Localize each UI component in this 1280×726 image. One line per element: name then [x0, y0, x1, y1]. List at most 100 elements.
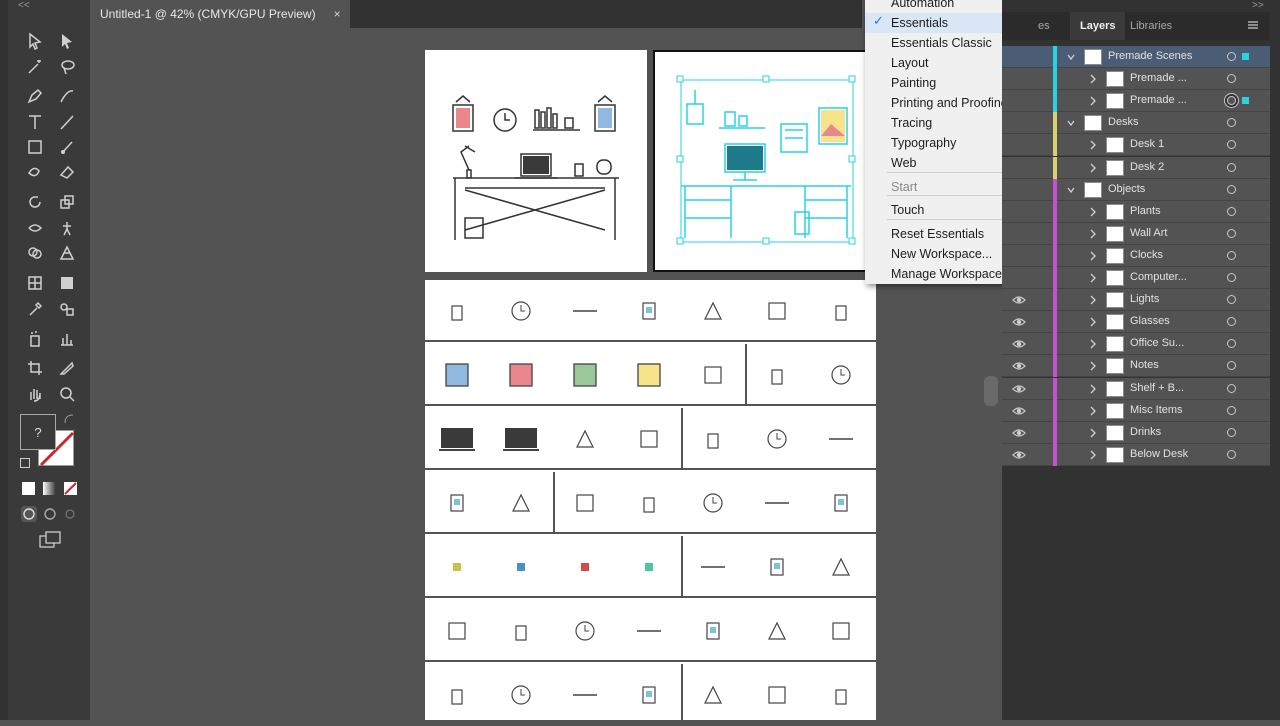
selection-tool-icon[interactable]	[24, 30, 46, 52]
hand-tool-icon[interactable]	[24, 383, 46, 405]
object-icon[interactable]	[809, 536, 873, 598]
chevron-right-icon[interactable]	[1088, 360, 1098, 372]
object-icon[interactable]	[617, 472, 681, 534]
layer-target-icon[interactable]	[1227, 317, 1236, 327]
gradient-mode-icon[interactable]	[43, 482, 56, 495]
panel-menu-icon[interactable]	[1246, 18, 1260, 32]
tab-properties[interactable]: es	[1038, 12, 1050, 40]
layer-row[interactable]: Shelf + B...	[1002, 377, 1270, 400]
pen-tool-icon[interactable]	[24, 85, 46, 107]
chevron-right-icon[interactable]	[1088, 405, 1098, 417]
layer-name[interactable]: Notes	[1130, 359, 1159, 371]
object-icon[interactable]	[809, 344, 873, 406]
layer-target-icon[interactable]	[1227, 449, 1236, 459]
object-icon[interactable]	[745, 280, 809, 342]
object-icon[interactable]	[489, 344, 553, 406]
object-icon[interactable]	[553, 344, 617, 406]
color-mode-icon[interactable]	[22, 482, 35, 495]
line-segment-tool-icon[interactable]	[56, 111, 78, 133]
object-icon[interactable]	[745, 536, 809, 598]
zoom-tool-icon[interactable]	[56, 383, 78, 405]
object-icon[interactable]	[617, 664, 681, 726]
layer-name[interactable]: Below Desk	[1130, 448, 1188, 460]
visibility-eye-icon[interactable]	[1012, 404, 1026, 418]
shaper-tool-icon[interactable]	[24, 161, 46, 183]
layer-target-icon[interactable]	[1227, 273, 1236, 282]
visibility-eye-icon[interactable]	[1012, 426, 1026, 440]
type-tool-icon[interactable]	[24, 111, 46, 133]
object-icon[interactable]	[745, 664, 809, 726]
object-icon[interactable]	[617, 408, 681, 470]
object-icon[interactable]	[809, 600, 873, 662]
layer-target-icon[interactable]	[1227, 361, 1236, 371]
chevron-right-icon[interactable]	[1088, 139, 1098, 151]
object-icon[interactable]	[745, 408, 809, 470]
chevron-right-icon[interactable]	[1088, 250, 1098, 262]
shape-builder-tool-icon[interactable]	[24, 242, 46, 264]
layer-row[interactable]: Office Su...	[1002, 333, 1270, 356]
visibility-eye-icon[interactable]	[1012, 359, 1026, 373]
chevron-down-icon[interactable]	[1066, 117, 1076, 129]
gradient-tool-icon[interactable]	[56, 272, 78, 294]
layer-name[interactable]: Computer...	[1130, 271, 1187, 283]
layer-row[interactable]: Plants	[1002, 200, 1270, 223]
layer-row[interactable]: Objects	[1002, 178, 1270, 201]
mesh-tool-icon[interactable]	[24, 272, 46, 294]
swap-fill-stroke-icon[interactable]	[64, 414, 74, 424]
object-icon[interactable]	[681, 472, 745, 534]
object-icon[interactable]	[425, 408, 489, 470]
objects-artboard[interactable]	[425, 280, 876, 726]
layer-name[interactable]: Desks	[1108, 116, 1139, 128]
draw-normal-icon[interactable]	[21, 506, 37, 522]
layer-row[interactable]: Premade ...	[1002, 90, 1270, 113]
object-icon[interactable]	[617, 344, 681, 406]
layer-target-icon[interactable]	[1227, 184, 1236, 194]
chevron-down-icon[interactable]	[1066, 184, 1076, 196]
layer-row[interactable]: Below Desk	[1002, 443, 1270, 466]
visibility-eye-icon[interactable]	[1012, 293, 1026, 307]
object-icon[interactable]	[553, 472, 617, 534]
collapse-panel-button[interactable]: >>	[1252, 0, 1264, 11]
none-mode-icon[interactable]	[64, 482, 77, 495]
object-icon[interactable]	[489, 472, 553, 534]
layer-name[interactable]: Office Su...	[1130, 337, 1184, 349]
layer-row[interactable]: Desk 2	[1002, 156, 1270, 179]
artboard-desk-1[interactable]	[425, 50, 647, 272]
perspective-grid-tool-icon[interactable]	[56, 242, 78, 264]
object-icon[interactable]	[681, 408, 745, 470]
object-icon[interactable]	[489, 664, 553, 726]
column-graph-tool-icon[interactable]	[56, 328, 78, 350]
layer-target-icon[interactable]	[1227, 52, 1236, 61]
selection-indicator[interactable]	[1242, 53, 1249, 60]
object-icon[interactable]	[425, 536, 489, 598]
chevron-right-icon[interactable]	[1088, 383, 1098, 395]
layer-target-icon[interactable]	[1227, 228, 1236, 238]
default-fill-stroke-icon[interactable]	[20, 458, 30, 468]
slice-tool-icon[interactable]	[56, 357, 78, 379]
layer-target-icon[interactable]	[1227, 96, 1236, 106]
chevron-right-icon[interactable]	[1088, 228, 1098, 240]
object-icon[interactable]	[489, 536, 553, 598]
artboard-desk-2[interactable]	[653, 50, 875, 272]
layer-name[interactable]: Premade ...	[1130, 94, 1187, 106]
object-icon[interactable]	[681, 280, 745, 342]
rotate-tool-icon[interactable]	[24, 191, 46, 213]
chevron-right-icon[interactable]	[1088, 294, 1098, 306]
layer-name[interactable]: Premade ...	[1130, 72, 1187, 84]
visibility-eye-icon[interactable]	[1012, 382, 1026, 396]
layer-name[interactable]: Lights	[1130, 293, 1159, 305]
layer-row[interactable]: Desks	[1002, 112, 1270, 135]
layer-row[interactable]: Misc Items	[1002, 399, 1270, 422]
layer-target-icon[interactable]	[1227, 339, 1236, 349]
chevron-right-icon[interactable]	[1088, 316, 1098, 328]
layer-name[interactable]: Desk 2	[1130, 161, 1164, 173]
object-icon[interactable]	[745, 472, 809, 534]
paintbrush-tool-icon[interactable]	[56, 136, 78, 158]
chevron-down-icon[interactable]	[1066, 51, 1076, 63]
layer-target-icon[interactable]	[1227, 140, 1236, 150]
layer-row[interactable]: Wall Art	[1002, 222, 1270, 245]
layer-target-icon[interactable]	[1227, 118, 1236, 128]
selection-indicator[interactable]	[1242, 97, 1249, 105]
layer-row[interactable]: Notes	[1002, 355, 1270, 378]
screen-mode-icon[interactable]	[38, 530, 62, 550]
